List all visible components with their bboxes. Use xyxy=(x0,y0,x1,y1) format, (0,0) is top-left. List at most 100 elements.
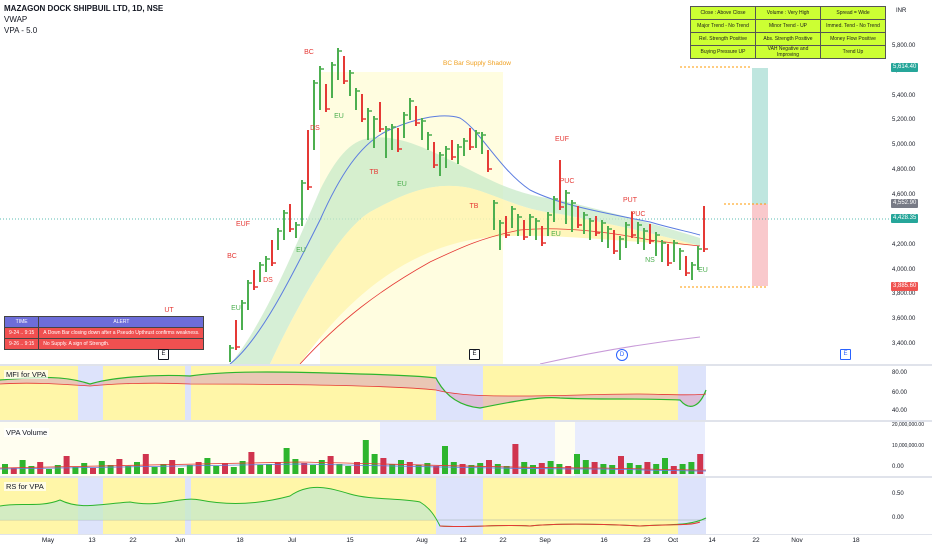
earnings-marker[interactable]: E xyxy=(158,349,169,360)
mfi-pane[interactable]: MFI for VPA xyxy=(0,366,890,420)
vpa-signal-label: BC xyxy=(227,253,237,260)
time-tick: Sep xyxy=(539,537,551,544)
vpa-signal-label: EU xyxy=(231,305,241,312)
vpa-signal-label: BC xyxy=(304,49,314,56)
volume-bar xyxy=(477,463,484,474)
time-axis[interactable]: May 13 22 Jun 18 Jul 15 Aug 12 22 Sep 16 23 Oct 14 22 No… xyxy=(0,535,890,550)
status-major-trend: Major Trend - No Trend xyxy=(690,19,756,33)
price-tick: 5,400.00 xyxy=(892,93,916,99)
volume-bar xyxy=(574,454,580,474)
status-buying-pressure: Buying Pressure UP xyxy=(690,45,756,59)
chart-legend: MAZAGON DOCK SHIPBUIL LTD, 1D, NSE VWAP … xyxy=(4,3,163,36)
rs-pane[interactable]: RS for VPA xyxy=(0,478,890,534)
status-rel-strength: Rel. Strength Positive xyxy=(690,32,756,46)
volume-bar xyxy=(310,465,316,474)
mfi-axis[interactable]: 80.00 60.00 40.00 xyxy=(890,366,932,420)
time-tick: Jul xyxy=(287,537,297,544)
time-tick: 13 xyxy=(88,537,96,544)
time-tick: 15 xyxy=(346,537,354,544)
volume-bar xyxy=(266,464,272,474)
volume-bar xyxy=(644,462,651,474)
vpa-signal-label: EU xyxy=(397,181,407,188)
volume-bar xyxy=(662,458,668,474)
vpa-signal-label: EU xyxy=(551,231,561,238)
vpa-signal-label: NS xyxy=(645,257,655,264)
volume-bar xyxy=(19,460,26,474)
mfi-tick: 60.00 xyxy=(892,390,908,396)
volume-bar xyxy=(81,463,88,474)
earnings-marker[interactable]: E xyxy=(840,349,851,360)
time-tick: 14 xyxy=(708,537,716,544)
status-volume: Volume : Very High xyxy=(755,6,821,20)
status-immed-trend: Immed. Tend - No Trend xyxy=(820,19,886,33)
vpa-signal-label: EUF xyxy=(555,136,569,143)
volume-bar xyxy=(213,466,220,474)
mfi-svg xyxy=(0,366,707,420)
alert-row-message: A Down Bar closing down after a Pseudo U… xyxy=(38,327,205,339)
time-tick: Oct xyxy=(667,537,679,544)
vpa-signal-label: DS xyxy=(263,277,273,284)
price-axis[interactable]: INR 5,800.005,600.005,400.005,200.005,00… xyxy=(890,0,932,364)
alert-row-time: 9-24 .. 9:15 xyxy=(3,327,40,339)
volume-bar xyxy=(424,463,431,474)
volume-tick: 10,000,000.00 xyxy=(892,443,924,449)
price-tick: 5,000.00 xyxy=(892,142,916,148)
dividend-marker[interactable]: D xyxy=(616,349,628,361)
volume-bar xyxy=(116,459,123,474)
stop-zone xyxy=(752,204,768,286)
volume-bar xyxy=(530,465,536,474)
volume-bar xyxy=(582,460,589,474)
status-trend: Trend Up xyxy=(820,45,886,59)
volume-tick: 0.00 xyxy=(892,464,904,470)
indicator-vpa[interactable]: VPA - 5.0 xyxy=(4,25,163,36)
mfi-tick: 40.00 xyxy=(892,408,908,414)
volume-bar xyxy=(63,456,70,474)
volume-bar xyxy=(442,446,448,474)
volume-bar xyxy=(354,462,360,474)
price-tick: 5,800.00 xyxy=(892,43,916,49)
price-tick: 3,800.00 xyxy=(892,291,916,297)
status-abs-strength: Abs. Strength Positive xyxy=(755,32,821,46)
rs-title[interactable]: RS for VPA xyxy=(4,482,46,491)
volume-bar xyxy=(178,468,184,474)
volume-bar xyxy=(494,464,501,474)
earnings-marker[interactable]: E xyxy=(469,349,480,360)
symbol-title[interactable]: MAZAGON DOCK SHIPBUIL LTD, 1D, NSE xyxy=(4,3,163,14)
price-tick: 5,200.00 xyxy=(892,117,916,123)
entry-price-box: 4,552.90 xyxy=(891,199,919,208)
volume-bar xyxy=(283,448,290,474)
vpa-signal-label: EUF xyxy=(236,221,250,228)
vpa-signal-label: EU xyxy=(698,267,708,274)
vpa-signal-label: TB xyxy=(370,169,379,176)
volume-bar xyxy=(398,460,404,474)
volume-axis[interactable]: 20,000,000.00 10,000,000.00 0.00 xyxy=(890,422,932,476)
vpa-signal-label: PUC xyxy=(560,178,575,185)
volume-bar xyxy=(512,444,519,474)
price-pane[interactable]: BC DS EU EUF BC EU DS TB EU TB EU EUF PUC EU PUT PUC NS E… xyxy=(0,0,890,364)
tradingview-chart-window: BC DS EU EUF BC EU DS TB EU TB EU EUF PUC EU PUT PUC NS E… xyxy=(0,0,932,550)
time-tick: Jun xyxy=(174,537,186,544)
volume-pane[interactable]: VPA Volume xyxy=(0,422,890,476)
volume-bar xyxy=(151,467,158,474)
stop-price-box: 3,885.60 xyxy=(891,282,919,291)
volume-bar xyxy=(107,465,114,474)
volume-bar xyxy=(134,462,140,474)
indicator-vwap[interactable]: VWAP xyxy=(4,14,163,25)
volume-bar xyxy=(169,460,176,474)
volume-bar xyxy=(450,462,457,474)
volume-bar xyxy=(90,468,96,474)
vpa-signal-label: PUC xyxy=(631,211,646,218)
status-vah: VAH Negative and Improving xyxy=(755,45,821,59)
price-tick: 4,000.00 xyxy=(892,267,916,273)
vpa-signal-label: TB xyxy=(470,203,479,210)
vpa-signal-label: EU xyxy=(296,247,306,254)
rs-axis[interactable]: 0.50 0.00 xyxy=(890,478,932,534)
alert-table: TIME ALERT 9-24 .. 9:15 A Down Bar closi… xyxy=(3,316,205,350)
volume-bar xyxy=(257,465,264,474)
volume-title[interactable]: VPA Volume xyxy=(4,428,50,437)
target-zone xyxy=(752,68,768,204)
status-minor-trend: Minor Trend - UP xyxy=(755,19,821,33)
volume-bar xyxy=(688,462,695,474)
mfi-title[interactable]: MFI for VPA xyxy=(4,370,49,379)
alert-header-alert: ALERT xyxy=(38,316,205,328)
